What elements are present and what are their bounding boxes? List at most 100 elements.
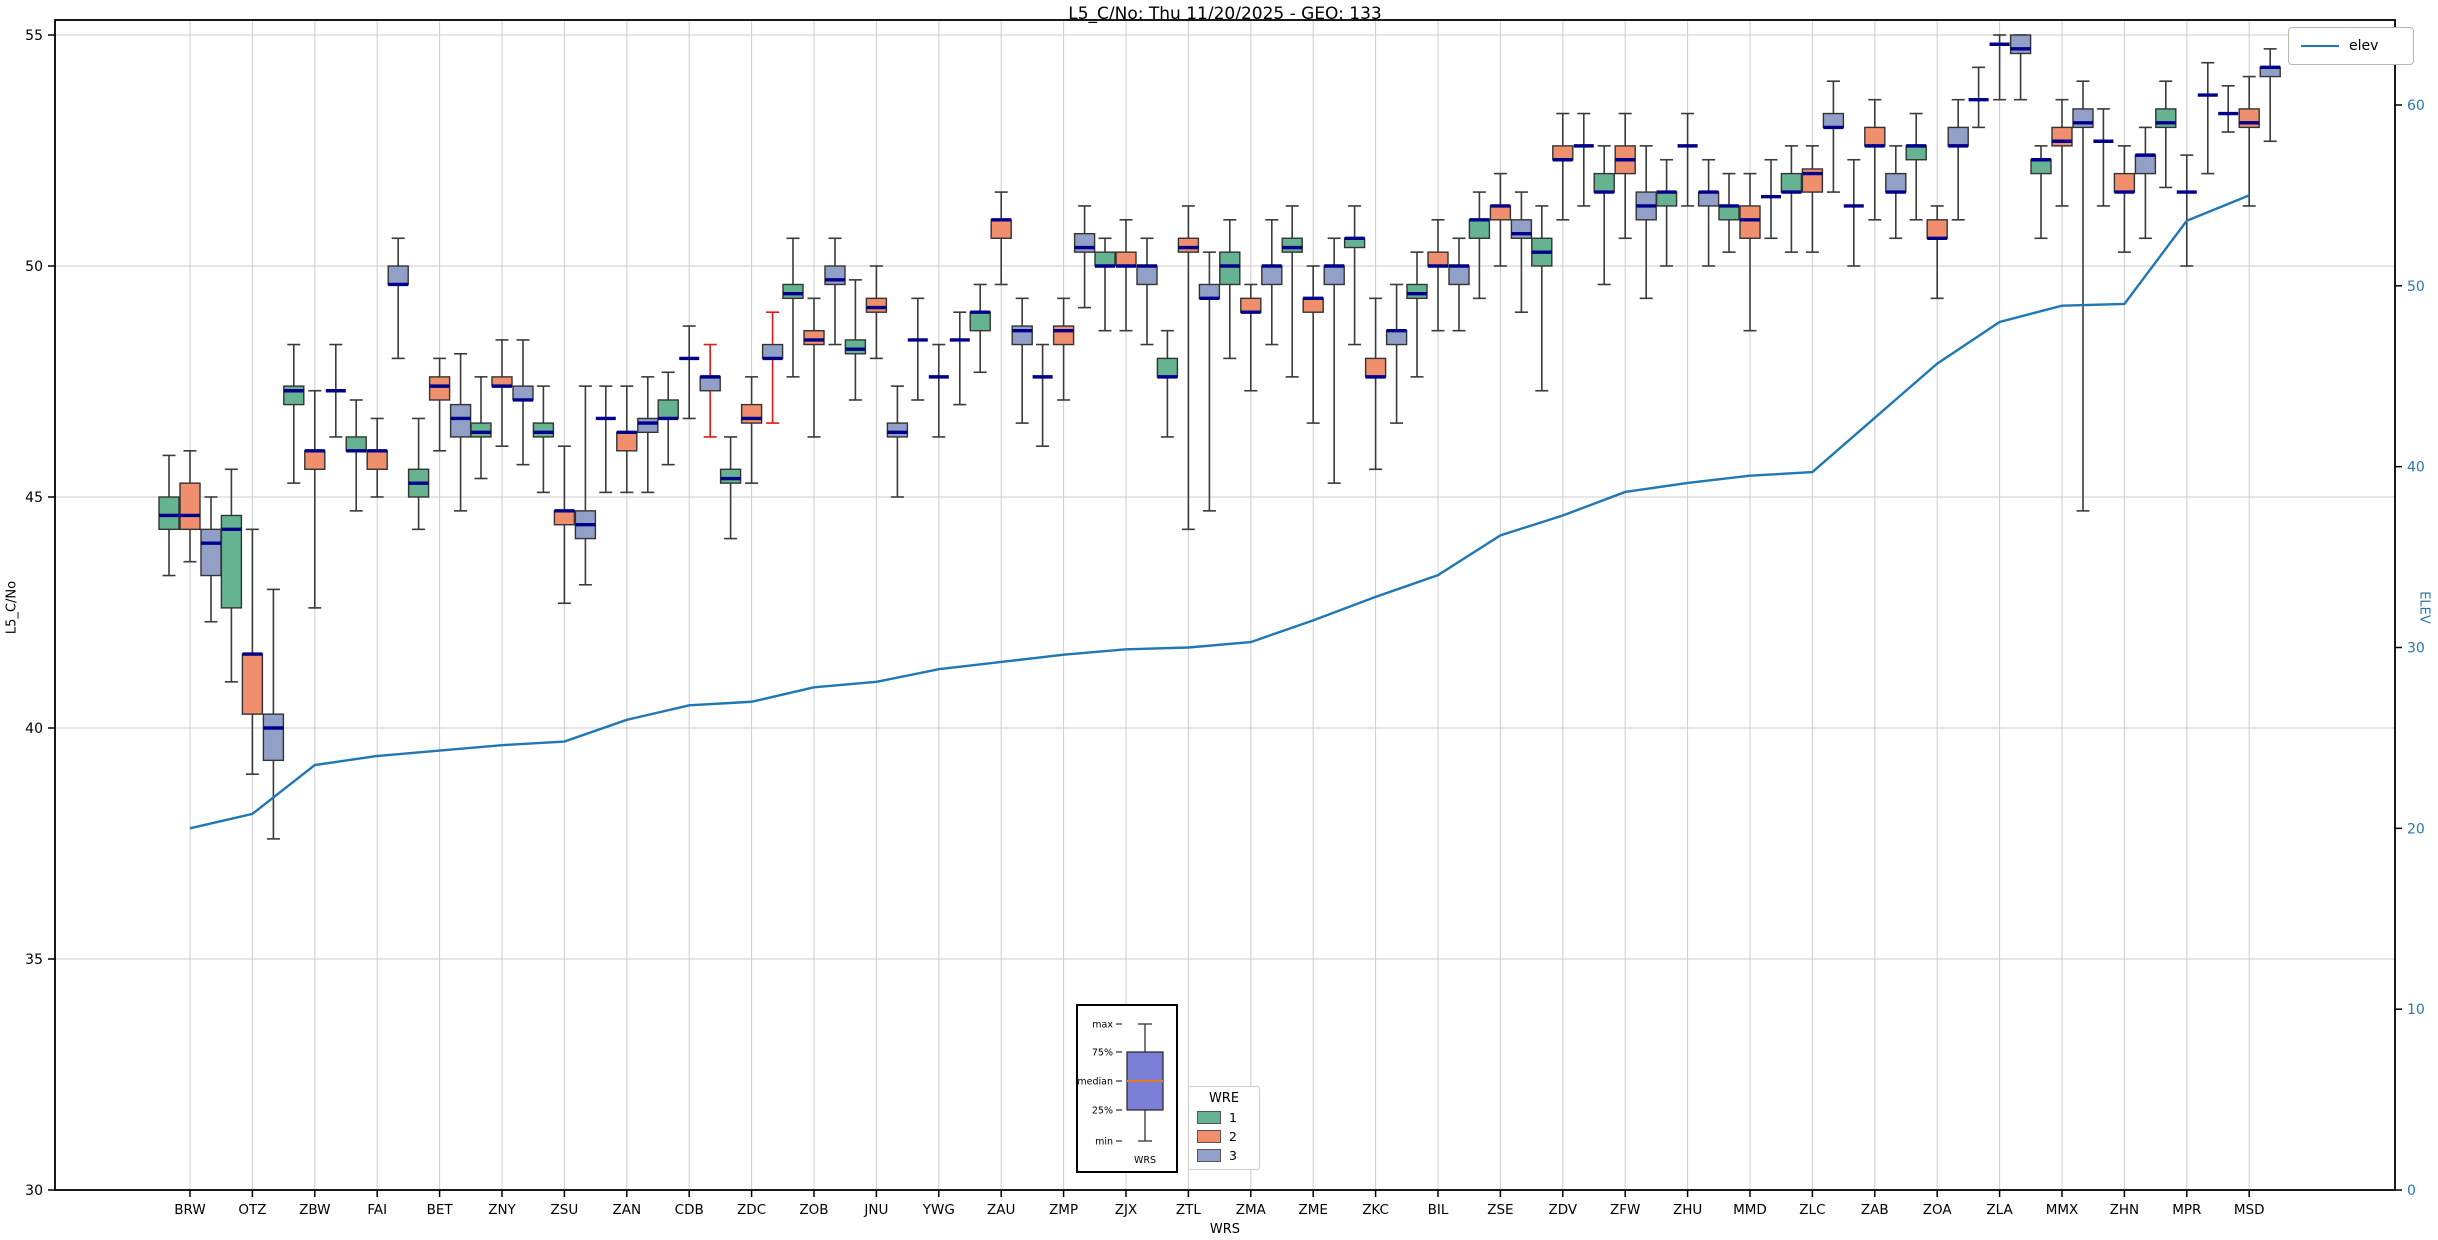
wre-swatch-1: [1197, 1111, 1221, 1124]
xtick-label-ZOB: ZOB: [799, 1202, 828, 1218]
xtick-label-ZSU: ZSU: [551, 1202, 579, 1218]
boxplot-ZME-wre1: [1281, 205, 1303, 378]
boxplot-YWG-wre3: [949, 311, 970, 406]
boxplot-YWG-wre2: [928, 343, 949, 438]
boxplot-ZBW-wre2: [304, 389, 326, 609]
boxplot-MPR-wre2: [2176, 154, 2197, 267]
boxplot-ZHN-wre2: [2113, 145, 2136, 253]
boxplot-OTZ-wre2: [241, 528, 264, 776]
boxplot-ZKC-wre1: [1343, 205, 1366, 346]
boxplot-CDB-wre2: [679, 325, 700, 420]
wre-legend-title: WRE: [1208, 1091, 1240, 1106]
boxplot-ZOA-wre2: [1926, 205, 1948, 300]
figure: 30 35 40 45 50 55 0 10 20 30 40 50 60 BRW OTZ ZBW FAI BET…: [0, 0, 2438, 1240]
wre-swatch-label: 2: [1229, 1129, 1237, 1144]
boxplot-MPR-wre3: [2197, 61, 2218, 175]
boxplot-ZDV-wre2: [1552, 112, 1574, 221]
inset-label-p25: 25%: [1092, 1106, 1113, 1117]
boxplot-ZMP-wre3: [1073, 205, 1096, 309]
xtick-label-MMD: MMD: [1733, 1202, 1767, 1218]
boxplot-MMX-wre2: [2051, 98, 2073, 207]
boxplot-MSD-wre1: [2218, 85, 2239, 133]
boxplot-ZAB-wre3: [1885, 145, 1907, 240]
boxplot-ZSU-wre2: [553, 445, 576, 605]
xtick-label-BET: BET: [427, 1202, 454, 1218]
boxplot-ZDC-wre1: [719, 436, 742, 540]
wre-legend-entry-3: 3: [1197, 1148, 1251, 1163]
boxplot-BET-wre3: [449, 352, 472, 512]
ytick-label-right-20: 20: [2407, 821, 2425, 837]
xtick-label-ZFW: ZFW: [1610, 1202, 1640, 1218]
boxplot-ZSE-wre3: [1510, 191, 1533, 314]
boxplot-BRW-wre3: [200, 496, 222, 623]
boxplot-ZOB-wre3: [824, 237, 846, 346]
boxplot-MSD-wre3: [2259, 48, 2281, 143]
boxplot-ZMA-wre2: [1240, 283, 1262, 392]
xtick-label-ZBW: ZBW: [299, 1202, 330, 1218]
boxplot-ZMP-wre1: [1032, 343, 1053, 447]
inset-label-min: min: [1095, 1137, 1113, 1148]
ytick-label-left-45: 45: [25, 490, 43, 506]
boxplot-ZJX-wre3: [1136, 237, 1158, 346]
xtick-label-ZJX: ZJX: [1115, 1202, 1137, 1218]
chart-canvas: 3035404550550102030405060BRW OTZ ZBW FAI BET…: [25, 19, 2425, 1218]
boxplot-BIL-wre2: [1427, 219, 1449, 332]
xtick-label-MPR: MPR: [2172, 1202, 2201, 1218]
boxplot-ZAN-wre3: [637, 376, 659, 494]
boxplot-ZHU-wre2: [1677, 112, 1698, 207]
ytick-label-left-50: 50: [25, 259, 43, 275]
wre-legend-entry-1: 1: [1197, 1110, 1251, 1125]
boxplot-ZAU-wre1: [969, 283, 991, 374]
boxplot-ZNY-wre3: [512, 339, 534, 466]
boxplot-ZLA-wre3: [2009, 34, 2032, 101]
boxplot-ZHN-wre3: [2134, 126, 2157, 240]
boxplot-ZLA-wre2: [1989, 34, 2010, 101]
xtick-label-MSD: MSD: [2234, 1202, 2265, 1218]
boxplot-ZBW-wre1: [283, 343, 305, 484]
boxplot-ZTL-wre2: [1177, 205, 1200, 531]
boxplot-ZLC-wre3: [1822, 80, 1845, 193]
boxplot-ZFW-wre2: [1614, 112, 1636, 240]
boxplot-ZME-wre2: [1302, 265, 1324, 424]
elev-legend-label: elev: [2349, 38, 2379, 54]
boxplot-ZHU-wre1: [1655, 158, 1678, 267]
ytick-label-left-40: 40: [25, 721, 43, 737]
xtick-label-ZME: ZME: [1298, 1202, 1327, 1218]
boxplot-ZKC-wre2: [1364, 297, 1387, 471]
boxplot-BRW-wre1: [158, 454, 180, 577]
boxplot-ZSE-wre1: [1468, 191, 1491, 300]
boxplot-ZNY-wre1: [470, 376, 492, 480]
boxplot-YWG-wre1: [907, 297, 928, 401]
ytick-label-left-35: 35: [25, 952, 43, 968]
xtick-label-ZMA: ZMA: [1236, 1202, 1267, 1218]
boxplot-ZSU-wre1: [532, 385, 555, 494]
boxplot-ZDC-wre3: [761, 311, 784, 424]
boxplot-ZMA-wre3: [1261, 219, 1283, 346]
wre-swatch-label: 1: [1229, 1110, 1237, 1125]
x-axis-label: WRS: [1209, 1222, 1241, 1237]
xtick-label-ZKC: ZKC: [1362, 1202, 1389, 1218]
boxplot-MMX-wre1: [2030, 145, 2052, 240]
y-axis-label-right: ELEV: [2416, 591, 2432, 624]
boxplot-ZJX-wre1: [1094, 237, 1116, 332]
xtick-label-ZNY: ZNY: [488, 1202, 516, 1218]
xtick-label-YWG: YWG: [922, 1202, 955, 1218]
boxplot-ZSU-wre3: [574, 385, 597, 586]
inset-label-p75: 75%: [1092, 1048, 1113, 1059]
xtick-label-ZMP: ZMP: [1049, 1202, 1078, 1218]
boxplot-OTZ-wre1: [220, 468, 243, 683]
boxplot-CDB-wre3: [699, 343, 721, 438]
ytick-label-left-55: 55: [25, 28, 43, 44]
boxplot-FAI-wre3: [387, 237, 409, 360]
wre-swatch-label: 3: [1229, 1148, 1237, 1163]
xtick-label-MMX: MMX: [2046, 1202, 2079, 1218]
wre-swatch-3: [1197, 1149, 1221, 1162]
xtick-label-FAI: FAI: [367, 1202, 387, 1218]
xtick-label-ZOA: ZOA: [1923, 1202, 1953, 1218]
boxplot-ZAN-wre2: [616, 385, 638, 494]
ytick-label-left-30: 30: [25, 1183, 43, 1199]
xtick-label-ZLA: ZLA: [1986, 1202, 2013, 1218]
elev-line-swatch: [2301, 45, 2339, 47]
boxplot-MMX-wre3: [2072, 80, 2094, 512]
boxplot-MMD-wre3: [1761, 158, 1781, 240]
